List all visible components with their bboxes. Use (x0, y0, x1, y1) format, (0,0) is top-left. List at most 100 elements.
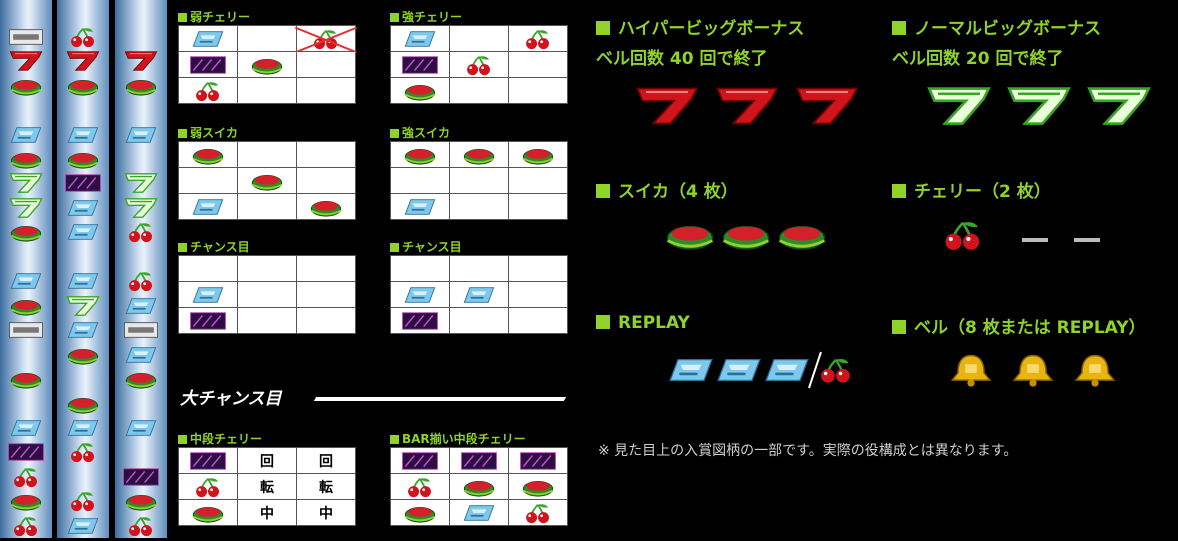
reel-symbol (64, 50, 102, 72)
pattern-table-cell (509, 52, 567, 77)
bell-yellow-icon (517, 284, 559, 306)
replay-icon (10, 419, 42, 437)
cherry-icon (128, 271, 153, 293)
melon-icon (67, 152, 99, 170)
reel-symbol (7, 26, 45, 48)
pattern-table-title: チャンス目 (178, 238, 250, 255)
reel-symbol (64, 393, 102, 415)
reel-symbol (64, 270, 102, 292)
pattern-table-cell (391, 168, 449, 193)
bell-yellow-icon (122, 393, 160, 415)
big-chance-title: 大チャンス目 (180, 389, 282, 409)
reel-symbol (64, 344, 102, 366)
pattern-table-cell: 転 (297, 474, 355, 499)
pattern-table-cell (297, 282, 355, 307)
pattern-table-cell (509, 26, 567, 51)
bell-yellow-icon (7, 246, 45, 268)
replay-icon (192, 30, 224, 47)
pattern-table-cell (391, 256, 449, 281)
pattern-table (178, 141, 356, 220)
hyper-big-bonus-title: ハイパービッグボーナス (596, 14, 804, 39)
cherry-icon (195, 80, 220, 102)
reel-symbol (64, 246, 102, 268)
pattern-table-cell (450, 500, 508, 525)
bell-yellow-icon (7, 1, 45, 23)
melon-icon (463, 480, 495, 497)
reel-symbol (122, 197, 160, 219)
replay-icon (192, 286, 224, 303)
bell-yellow-icon (187, 170, 229, 192)
pattern-table-cell (509, 168, 567, 193)
pattern-table-cell (450, 78, 508, 103)
reel-symbol (122, 515, 160, 537)
reel-symbol (122, 319, 160, 341)
pattern-table-cell (297, 78, 355, 103)
bar-purple-icon (189, 311, 227, 330)
pattern-table-cell (297, 52, 355, 77)
pattern-table-cell (179, 282, 237, 307)
pattern-table-cell (238, 194, 296, 219)
bell-yellow-icon (187, 258, 229, 280)
cherry-icon (466, 54, 491, 76)
bar-purple-icon (7, 443, 45, 462)
pattern-table (390, 141, 568, 220)
pattern-table-cell (509, 448, 567, 473)
cherry-icon (13, 516, 38, 537)
pattern-table-cell (238, 256, 296, 281)
bell-yellow-icon (305, 258, 347, 280)
reel-symbol (64, 417, 102, 439)
pattern-table-cell (391, 26, 449, 51)
pattern-table-cell (238, 168, 296, 193)
replay-icon (463, 504, 495, 521)
pattern-table-cell (179, 142, 237, 167)
pattern-table-cell (391, 448, 449, 473)
reel-symbol (7, 221, 45, 243)
pattern-table-cell (297, 168, 355, 193)
reel-symbol (64, 319, 102, 341)
reel-symbol (64, 1, 102, 23)
reel-symbol (7, 466, 45, 488)
reel-symbol (64, 124, 102, 146)
bar-purple-icon (519, 451, 557, 470)
reel-center (57, 0, 109, 538)
bell-yellow-icon (64, 466, 102, 488)
pattern-table-cell (450, 308, 508, 333)
replay-icon (67, 199, 99, 217)
melon-icon (404, 84, 436, 101)
pattern-table (390, 25, 568, 104)
reel-symbol (122, 221, 160, 244)
reel-symbol (64, 172, 102, 194)
cherry-icon (70, 491, 95, 513)
cherry-icon (525, 502, 550, 524)
reel-symbol (7, 148, 45, 170)
pattern-table-cell (297, 194, 355, 219)
reel-symbol (122, 124, 160, 146)
melon-icon (125, 494, 157, 512)
pattern-table-cell (179, 474, 237, 499)
bell-role-title: ベル（8 枚または REPLAY） (892, 313, 1146, 338)
pattern-table-cell (509, 500, 567, 525)
replay-icon (67, 419, 99, 437)
pattern-table-cell (297, 142, 355, 167)
bar-purple-icon (64, 174, 102, 193)
reel-symbol (7, 197, 45, 219)
bar-purple-icon (122, 467, 160, 486)
melon-icon (463, 148, 495, 165)
pattern-table-cell: 中 (238, 500, 296, 525)
pattern-table-cell (391, 194, 449, 219)
cherry-icon (70, 26, 95, 48)
reel-symbol (7, 344, 45, 366)
pattern-table-cell (450, 142, 508, 167)
disclaimer-note: ※ 見た目上の入賞図柄の一部です。実際の役構成とは異なります。 (598, 443, 1018, 459)
bell-yellow-icon (122, 441, 160, 463)
pattern-table-cell: 回 (297, 448, 355, 473)
bell-yellow-icon (122, 99, 160, 121)
cherry-line-icon (943, 220, 1100, 252)
seven-green-icon (124, 173, 158, 194)
pattern-table-cell (179, 52, 237, 77)
reel-symbol (7, 490, 45, 512)
pattern-table-cell (509, 78, 567, 103)
reel-symbol (122, 246, 160, 268)
seven-green-icon (9, 173, 43, 194)
melon-icon (125, 372, 157, 390)
